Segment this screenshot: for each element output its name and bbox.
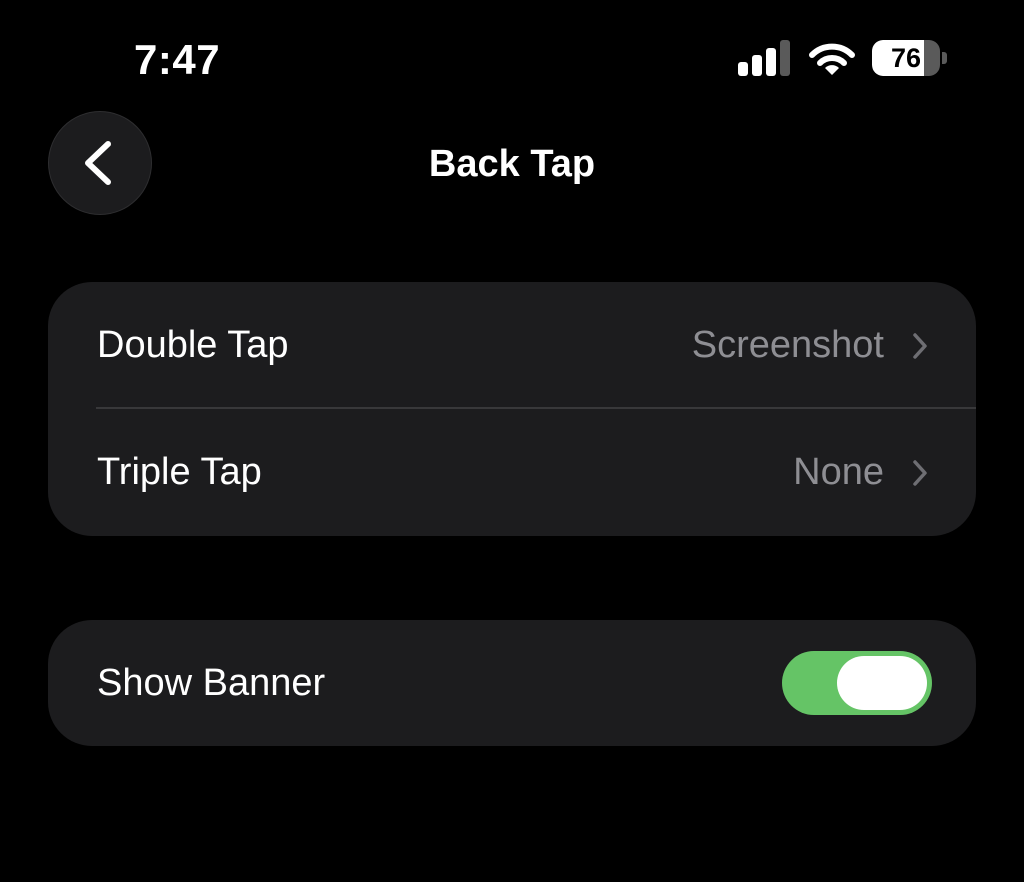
toggle-knob: [837, 656, 927, 710]
battery-level: 76: [890, 43, 922, 73]
chevron-right-icon: [913, 460, 927, 486]
status-time: 7:47: [134, 36, 221, 83]
triple-tap-label: Triple Tap: [97, 451, 262, 493]
tap-actions-group: Double Tap Screenshot Triple Tap None: [48, 282, 976, 536]
double-tap-value: Screenshot: [691, 324, 884, 366]
triple-tap-value: None: [793, 451, 884, 493]
double-tap-label: Double Tap: [97, 324, 289, 366]
triple-tap-row[interactable]: Triple Tap None: [48, 409, 976, 535]
page-title: Back Tap: [428, 143, 596, 185]
show-banner-toggle[interactable]: [782, 651, 932, 715]
status-indicators: 76: [736, 40, 956, 80]
wifi-icon: [809, 43, 855, 75]
show-banner-label: Show Banner: [97, 662, 326, 704]
show-banner-group: Show Banner: [48, 620, 976, 746]
chevron-right-icon: [913, 333, 927, 359]
double-tap-row[interactable]: Double Tap Screenshot: [48, 282, 976, 408]
show-banner-row: Show Banner: [48, 620, 976, 746]
battery-icon: 76: [872, 40, 947, 76]
cellular-signal-icon: [738, 40, 790, 76]
